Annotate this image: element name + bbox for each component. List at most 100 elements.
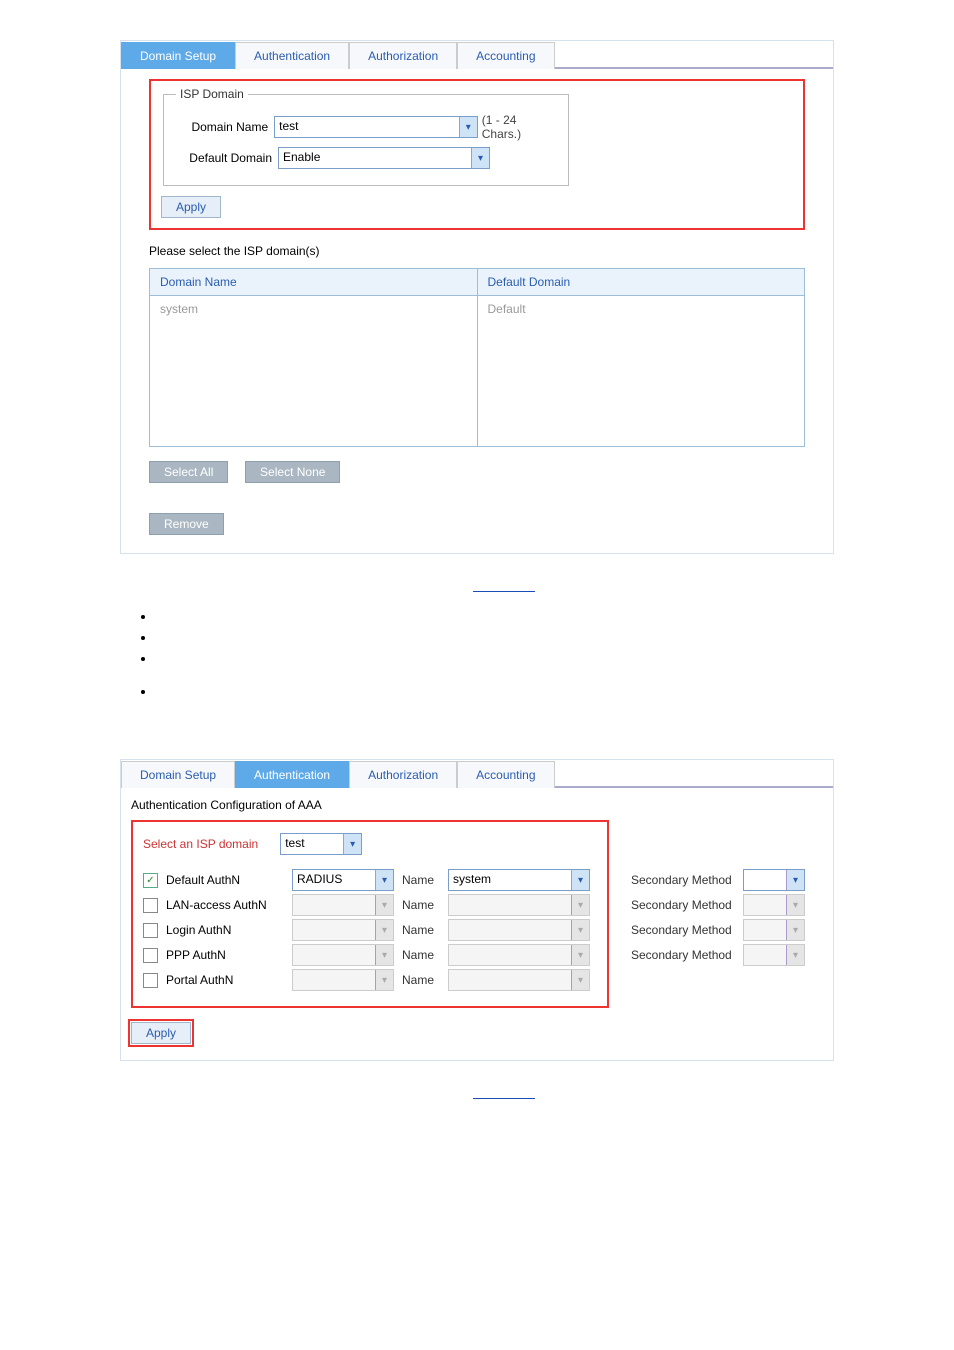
- default-domain-combo[interactable]: Enable ▾: [278, 147, 490, 169]
- tab-accounting[interactable]: Accounting: [457, 42, 554, 69]
- method-select: ▾: [292, 969, 394, 991]
- chevron-down-icon: ▾: [571, 945, 589, 965]
- method-select: ▾: [292, 944, 394, 966]
- secondary-row: Secondary Method▾: [623, 944, 823, 966]
- scheme-name-value: [449, 945, 571, 963]
- auth-type-label: Default AuthN: [166, 873, 284, 887]
- chevron-down-icon: ▾: [786, 945, 804, 965]
- checkbox[interactable]: [143, 898, 158, 913]
- secondary-method-label: Secondary Method: [631, 898, 735, 912]
- col-domain-name[interactable]: Domain Name: [150, 269, 478, 295]
- select-isp-label: Select an ISP domain: [143, 837, 258, 851]
- tab-authorization[interactable]: Authorization: [349, 761, 457, 788]
- figure-caption-link-2: [120, 1081, 834, 1096]
- select-all-button[interactable]: Select All: [149, 461, 228, 483]
- figure-caption-link: [120, 574, 834, 589]
- bullet-item: [156, 630, 834, 645]
- chevron-down-icon[interactable]: ▾: [343, 834, 361, 854]
- auth-row: Login AuthN ▾ Name ▾: [143, 919, 597, 941]
- chevron-down-icon[interactable]: ▾: [786, 870, 804, 890]
- name-label: Name: [402, 973, 440, 987]
- domain-name-hint: (1 - 24 Chars.): [482, 113, 556, 141]
- isp-domain-select[interactable]: test ▾: [280, 833, 362, 855]
- scheme-name-select: ▾: [448, 969, 590, 991]
- chevron-down-icon: ▾: [571, 920, 589, 940]
- chevron-down-icon: ▾: [571, 895, 589, 915]
- select-domain-prompt: Please select the ISP domain(s): [149, 244, 805, 258]
- isp-domain-value: test: [281, 834, 343, 852]
- method-value: [293, 920, 375, 938]
- secondary-method-label: Secondary Method: [631, 923, 735, 937]
- chevron-down-icon: ▾: [786, 920, 804, 940]
- bullet-list: [156, 609, 834, 666]
- checkbox[interactable]: ✓: [143, 873, 158, 888]
- secondary-row: Secondary Method ▾: [623, 869, 823, 891]
- secondary-method-select[interactable]: ▾: [743, 869, 805, 891]
- remove-button[interactable]: Remove: [149, 513, 224, 535]
- chevron-down-icon: ▾: [786, 895, 804, 915]
- secondary-method-select: ▾: [743, 894, 805, 916]
- method-select[interactable]: RADIUS▾: [292, 869, 394, 891]
- chevron-down-icon: ▾: [375, 920, 393, 940]
- apply-button[interactable]: Apply: [131, 1022, 191, 1044]
- bullet-item: [156, 651, 834, 666]
- select-none-button[interactable]: Select None: [245, 461, 340, 483]
- chevron-down-icon: ▾: [375, 895, 393, 915]
- chevron-down-icon[interactable]: ▾: [571, 870, 589, 890]
- figure-anchor[interactable]: [473, 1081, 534, 1099]
- method-value: [293, 945, 375, 963]
- auth-type-label: LAN-access AuthN: [166, 898, 284, 912]
- auth-row: LAN-access AuthN ▾ Name ▾: [143, 894, 597, 916]
- scheme-name-select: ▾: [448, 944, 590, 966]
- method-value: RADIUS: [293, 870, 375, 888]
- tab-bar: Domain Setup Authentication Authorizatio…: [121, 41, 833, 69]
- tab-authentication[interactable]: Authentication: [235, 42, 349, 69]
- checkbox[interactable]: [143, 923, 158, 938]
- tab-domain-setup[interactable]: Domain Setup: [121, 42, 235, 69]
- tab-domain-setup[interactable]: Domain Setup: [121, 761, 235, 788]
- auth-type-label: Portal AuthN: [166, 973, 284, 987]
- domain-name-label: Domain Name: [176, 120, 268, 134]
- tab-accounting[interactable]: Accounting: [457, 761, 554, 788]
- isp-domain-fieldset: ISP Domain Domain Name ▾ (1 - 24 Chars.)…: [163, 87, 569, 186]
- tab-authorization[interactable]: Authorization: [349, 42, 457, 69]
- authentication-panel: Domain Setup Authentication Authorizatio…: [120, 759, 834, 1061]
- bullet-item: [156, 684, 834, 699]
- name-label: Name: [402, 923, 440, 937]
- chevron-down-icon[interactable]: ▾: [375, 870, 393, 890]
- cell-default-domain: Default: [478, 296, 805, 446]
- name-label: Name: [402, 948, 440, 962]
- figure-anchor[interactable]: [473, 574, 534, 592]
- secondary-method-select: ▾: [743, 944, 805, 966]
- domain-table: Domain Name Default Domain system Defaul…: [149, 268, 805, 447]
- auth-row: Portal AuthN ▾ Name ▾: [143, 969, 597, 991]
- method-select: ▾: [292, 919, 394, 941]
- tab-authentication[interactable]: Authentication: [235, 761, 349, 788]
- chevron-down-icon[interactable]: ▾: [459, 117, 477, 137]
- method-value: [293, 970, 375, 988]
- domain-name-input[interactable]: [275, 117, 459, 135]
- auth-config-box: Select an ISP domain test ▾ ✓ Default Aut…: [131, 820, 609, 1008]
- domain-name-combo[interactable]: ▾: [274, 116, 478, 138]
- apply-button[interactable]: Apply: [161, 196, 221, 218]
- chevron-down-icon: ▾: [375, 945, 393, 965]
- scheme-name-select[interactable]: system▾: [448, 869, 590, 891]
- auth-row: ✓Default AuthNRADIUS▾Namesystem▾: [143, 869, 597, 891]
- scheme-name-select: ▾: [448, 919, 590, 941]
- domain-setup-panel: Domain Setup Authentication Authorizatio…: [120, 40, 834, 554]
- secondary-method-select: ▾: [743, 919, 805, 941]
- col-default-domain[interactable]: Default Domain: [478, 269, 805, 295]
- checkbox[interactable]: [143, 973, 158, 988]
- chevron-down-icon: ▾: [571, 970, 589, 990]
- chevron-down-icon[interactable]: ▾: [471, 148, 489, 168]
- cell-domain-name[interactable]: system: [150, 296, 478, 446]
- secondary-method-label: Secondary Method: [631, 873, 735, 887]
- auth-type-label: Login AuthN: [166, 923, 284, 937]
- tab-bar: Domain Setup Authentication Authorizatio…: [121, 760, 833, 788]
- method-value: [293, 895, 375, 913]
- name-label: Name: [402, 873, 440, 887]
- checkbox[interactable]: [143, 948, 158, 963]
- name-label: Name: [402, 898, 440, 912]
- scheme-name-value: [449, 920, 571, 938]
- default-domain-value: Enable: [279, 148, 471, 166]
